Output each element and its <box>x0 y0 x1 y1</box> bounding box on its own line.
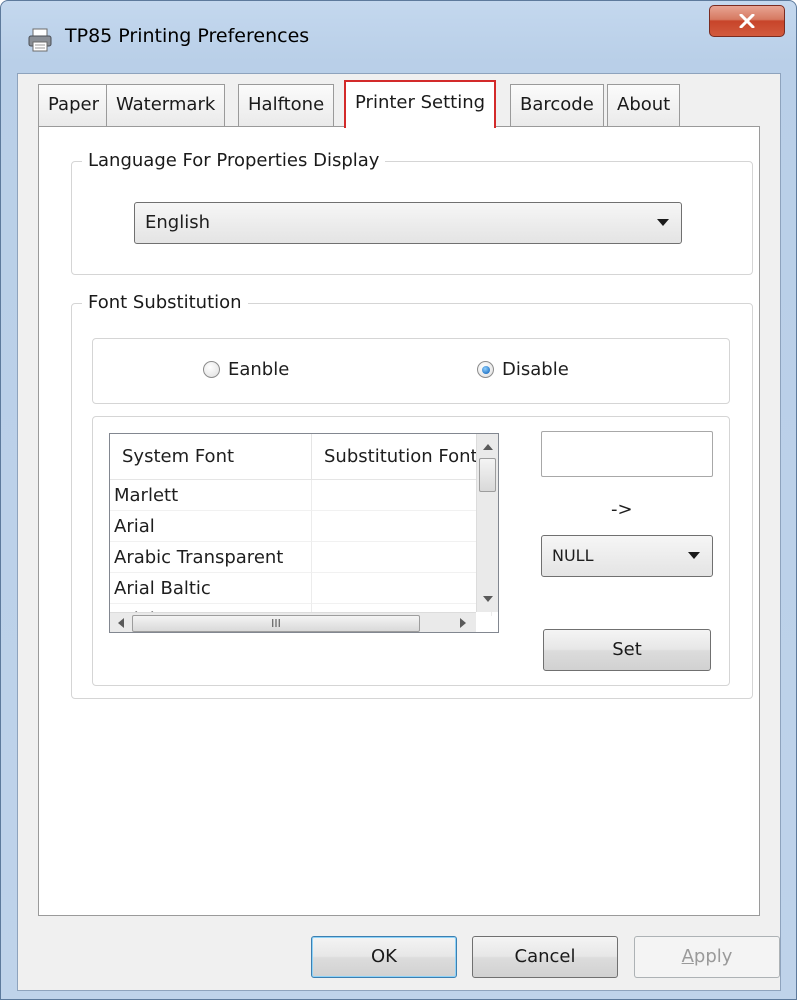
substitution-font-cell <box>312 542 492 573</box>
tab-paper[interactable]: Paper <box>38 84 109 126</box>
printer-setting-panel: Language For Properties Display English … <box>38 126 760 916</box>
scroll-right-icon[interactable] <box>460 618 466 628</box>
scroll-down-icon[interactable] <box>483 596 493 602</box>
substitution-font-select-value: NULL <box>552 546 594 565</box>
table-header: System Font Substitution Font <box>110 434 498 480</box>
printer-icon <box>28 28 52 52</box>
chevron-down-icon <box>657 219 669 226</box>
vertical-scrollbar[interactable] <box>476 434 498 612</box>
font-substitution-label: Font Substitution <box>82 292 248 313</box>
arrow-text: -> <box>611 499 633 520</box>
chevron-down-icon <box>688 552 700 559</box>
column-header-substitution-font[interactable]: Substitution Font <box>312 434 492 480</box>
tab-about[interactable]: About <box>607 84 681 126</box>
table-row[interactable]: Arial <box>110 511 492 542</box>
language-group-label: Language For Properties Display <box>82 150 386 171</box>
enable-radio[interactable]: Eanble <box>203 359 289 380</box>
system-font-cell: Marlett <box>110 480 312 511</box>
scroll-left-icon[interactable] <box>118 618 124 628</box>
ok-button[interactable]: OK <box>311 936 457 978</box>
apply-label-rest: pply <box>693 946 733 967</box>
vertical-scroll-thumb[interactable] <box>479 458 496 492</box>
tab-halftone[interactable]: Halftone <box>238 84 335 126</box>
font-table-box: System Font Substitution Font Marlett Ar… <box>92 416 730 686</box>
horizontal-scroll-thumb[interactable]: III <box>132 615 420 632</box>
radio-box: Eanble Disable <box>92 338 730 404</box>
column-header-system-font[interactable]: System Font <box>110 434 312 480</box>
substitution-font-cell <box>312 511 492 542</box>
horizontal-scrollbar[interactable]: III <box>110 612 476 632</box>
disable-radio-label: Disable <box>502 359 569 380</box>
font-name-input[interactable] <box>541 431 713 477</box>
language-select[interactable]: English <box>134 202 682 244</box>
set-button[interactable]: Set <box>543 629 711 671</box>
disable-radio[interactable]: Disable <box>477 359 569 380</box>
substitution-font-cell <box>312 573 492 604</box>
title-bar[interactable]: TP85 Printing Preferences <box>1 1 796 73</box>
cancel-button[interactable]: Cancel <box>472 936 618 978</box>
system-font-cell: Arabic Transparent <box>110 542 312 573</box>
close-button[interactable] <box>709 5 785 37</box>
table-row[interactable]: Marlett <box>110 480 492 511</box>
font-substitution-table[interactable]: System Font Substitution Font Marlett Ar… <box>109 433 499 633</box>
font-substitution-group: Font Substitution Eanble Disable System … <box>71 292 753 699</box>
apply-button[interactable]: Apply <box>634 936 780 978</box>
apply-mnemonic: A <box>681 946 694 967</box>
radio-checked-icon <box>477 361 494 378</box>
close-icon <box>739 14 755 28</box>
window-title: TP85 Printing Preferences <box>65 25 310 47</box>
table-row[interactable]: Arial Baltic <box>110 573 492 604</box>
language-group: Language For Properties Display English <box>71 150 753 275</box>
tab-watermark[interactable]: Watermark <box>106 84 226 126</box>
enable-radio-label: Eanble <box>228 359 290 380</box>
substitution-font-select[interactable]: NULL <box>541 535 713 577</box>
system-font-cell: Arial Baltic <box>110 573 312 604</box>
substitution-font-cell <box>312 480 492 511</box>
scroll-grip: III <box>271 617 281 630</box>
tab-barcode[interactable]: Barcode <box>510 84 604 126</box>
radio-unchecked-icon <box>203 361 220 378</box>
dialog-window: TP85 Printing Preferences Paper Watermar… <box>0 0 797 1000</box>
language-select-value: English <box>145 212 210 233</box>
tab-printer-setting[interactable]: Printer Setting <box>344 80 497 128</box>
client-area: Paper Watermark Halftone Printer Setting… <box>17 73 781 991</box>
table-row[interactable]: Arabic Transparent <box>110 542 492 573</box>
system-font-cell: Arial <box>110 511 312 542</box>
scroll-up-icon[interactable] <box>483 444 493 450</box>
